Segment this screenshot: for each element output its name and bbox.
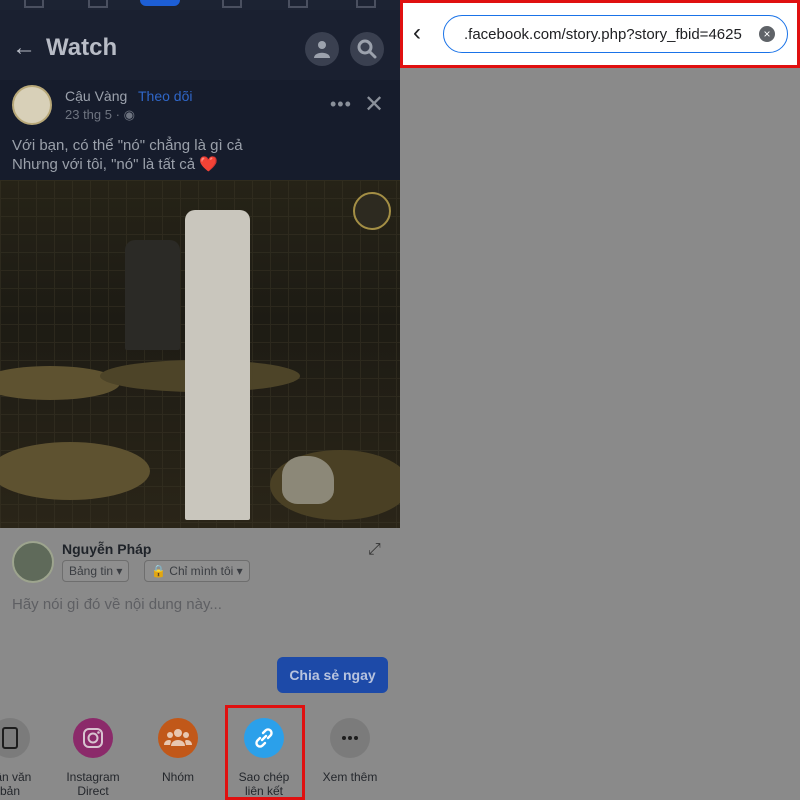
channel-badge-icon — [353, 192, 391, 230]
phone-icon — [0, 718, 30, 758]
facebook-app-panel: ← Watch Cậu Vàng Theo dõi 23 thg 5 · ◉ •… — [0, 0, 400, 800]
tab-marketplace-icon[interactable] — [222, 0, 242, 8]
tab-menu-icon[interactable] — [356, 0, 376, 8]
app-label: Xem thêm — [310, 770, 390, 784]
share-now-button[interactable]: Chia sẻ ngay — [277, 657, 388, 693]
app-see-more[interactable]: Xem thêm — [310, 718, 390, 784]
app-label-line-1: hận văn — [0, 770, 32, 784]
more-options-icon[interactable]: ••• — [330, 94, 352, 115]
close-icon[interactable]: ✕ — [364, 90, 384, 119]
tab-video-icon[interactable] — [88, 0, 108, 8]
user-avatar — [12, 541, 54, 583]
app-instagram-direct[interactable]: Instagram Direct — [53, 718, 133, 798]
app-label-line-1: Xem thêm — [322, 770, 378, 784]
copy-link-highlight — [225, 705, 305, 800]
privacy-label: Chỉ mình tôi — [169, 564, 234, 578]
app-label: Instagram Direct — [53, 770, 133, 798]
tab-notifications-icon[interactable] — [288, 0, 308, 8]
privacy-dropdown[interactable]: 🔒 Chỉ mình tôi ▾ — [144, 560, 250, 582]
author-avatar[interactable] — [12, 85, 52, 125]
url-text: .facebook.com/story.php?story_fbid=4625 — [464, 26, 742, 43]
browser-url-bar: ‹ .facebook.com/story.php?story_fbid=462… — [400, 0, 800, 68]
watch-header: ← Watch — [0, 10, 400, 80]
clear-url-icon[interactable]: × — [759, 26, 775, 42]
audience-feed-label: Bảng tin — [69, 564, 114, 578]
caption-line-1: Với bạn, có thể "nó" chẳng là gì cả — [12, 137, 243, 154]
app-label-line-2: Direct — [77, 784, 109, 798]
app-label: hận văn bản — [0, 770, 50, 798]
profile-button[interactable] — [305, 32, 339, 66]
post-date-text: 23 thg 5 · — [65, 107, 120, 122]
lock-icon: 🔒 — [151, 564, 166, 578]
video-person-man — [185, 210, 250, 520]
caption-line-2: Nhưng với tôi, "nó" là tất cả ❤️ — [12, 155, 243, 174]
back-arrow-icon[interactable]: ← — [12, 36, 36, 60]
url-input[interactable]: .facebook.com/story.php?story_fbid=4625 … — [443, 15, 788, 53]
audience-feed-dropdown[interactable]: Bảng tin ▾ — [62, 560, 130, 582]
post-header: Cậu Vàng Theo dõi 23 thg 5 · ◉ ••• ✕ Với… — [0, 80, 400, 180]
caption-line-2-text: Nhưng với tôi, "nó" là tất cả — [12, 156, 196, 173]
browser-back-icon[interactable]: ‹ — [413, 19, 421, 47]
search-button[interactable] — [350, 32, 384, 66]
video-player[interactable] — [0, 180, 400, 528]
video-dog — [282, 456, 334, 504]
post-caption: Với bạn, có thể "nó" chẳng là gì cả Nhưn… — [12, 136, 243, 174]
tab-active-indicator — [140, 0, 180, 6]
more-icon — [330, 718, 370, 758]
browser-panel — [400, 0, 800, 800]
app-label-line-2: bản — [0, 784, 21, 798]
expand-icon[interactable]: ⤢ — [368, 541, 381, 559]
chevron-down-icon: ▾ — [236, 564, 243, 578]
instagram-icon — [73, 718, 113, 758]
search-icon — [357, 39, 377, 59]
post-date: 23 thg 5 · ◉ — [65, 107, 135, 123]
app-groups[interactable]: Nhóm — [138, 718, 218, 784]
share-sheet: Nguyễn Pháp Bảng tin ▾ 🔒 Chỉ mình tôi ▾ … — [0, 528, 400, 800]
app-label-line-1: Nhóm — [161, 770, 194, 784]
share-message-input[interactable]: Hãy nói gì đó về nội dung này... — [12, 596, 372, 613]
page-title: Watch — [46, 34, 118, 61]
tab-home-icon[interactable] — [24, 0, 44, 8]
post-author[interactable]: Cậu Vàng — [65, 88, 127, 104]
app-label-line-1: Instagram — [66, 770, 120, 784]
app-label: Nhóm — [138, 770, 218, 784]
group-icon — [158, 718, 198, 758]
app-copy-text[interactable]: hận văn bản — [0, 718, 50, 798]
heart-icon: ❤️ — [199, 156, 218, 173]
top-nav-tabs — [0, 0, 400, 10]
follow-link[interactable]: Theo dõi — [138, 88, 192, 104]
globe-icon: ◉ — [123, 107, 135, 122]
video-person-woman — [125, 240, 180, 350]
profile-icon — [314, 41, 330, 58]
share-user-name: Nguyễn Pháp — [62, 541, 152, 557]
chevron-down-icon: ▾ — [116, 564, 123, 578]
